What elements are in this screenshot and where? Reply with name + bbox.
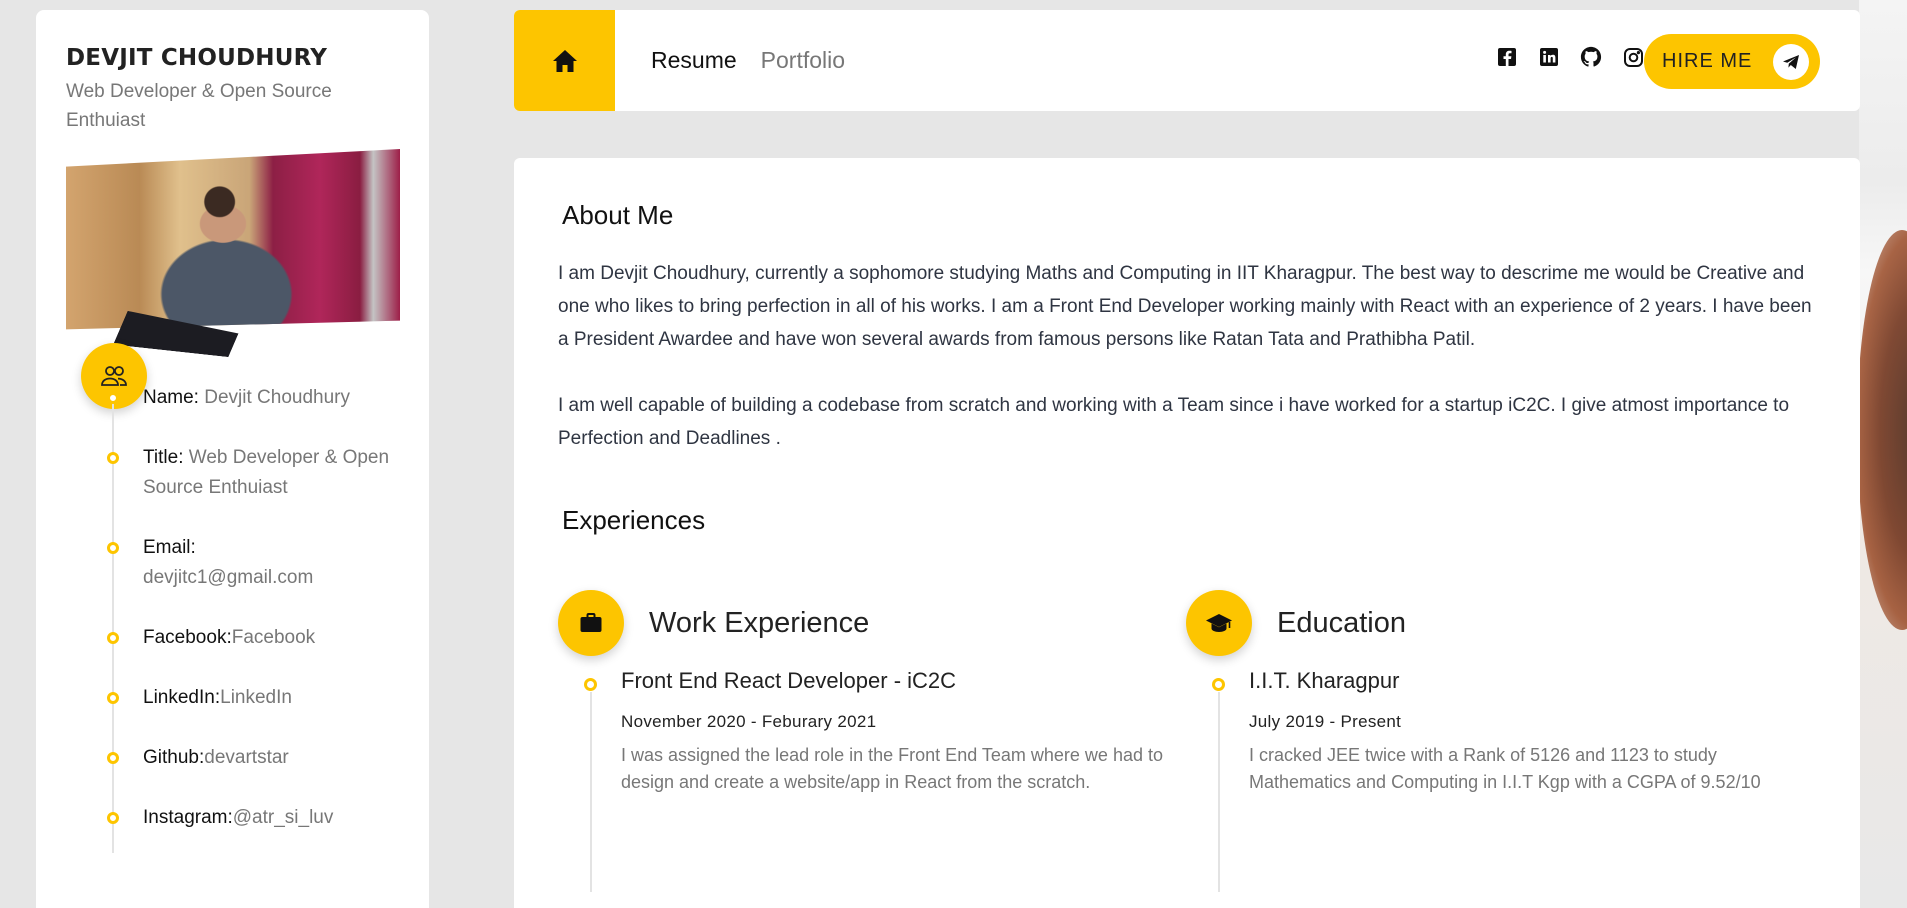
email-link[interactable]: devjitc1@gmail.com: [143, 567, 313, 588]
timeline-line: [1218, 692, 1220, 892]
info-key: Instagram:: [143, 807, 233, 828]
info-key: LinkedIn:: [143, 687, 221, 708]
timeline-dot: [107, 812, 119, 824]
info-key: Name:: [143, 387, 205, 408]
about-paragraph-1: I am Devjit Choudhury, currently a sopho…: [558, 263, 1812, 350]
profile-name: DEVJIT CHOUDHURY: [66, 45, 328, 71]
about-paragraph-2: I am well capable of building a codebase…: [558, 395, 1790, 449]
nav-link-portfolio[interactable]: Portfolio: [761, 47, 845, 74]
hire-me-button[interactable]: HIRE ME: [1644, 34, 1820, 89]
info-key: Email:: [143, 537, 196, 558]
linkedin-link[interactable]: LinkedIn: [220, 687, 292, 708]
timeline-dot: [1212, 678, 1225, 691]
education-title: Education: [1277, 606, 1406, 639]
school-date: July 2019 - Present: [1249, 712, 1402, 731]
profile-sidebar: DEVJIT CHOUDHURY Web Developer & Open So…: [36, 10, 429, 908]
job-title: Front End React Developer - iC2C: [621, 668, 957, 693]
timeline-dot: [584, 678, 597, 691]
timeline-dot: [107, 542, 119, 554]
education-timeline: I.I.T. Kharagpur July 2019 - Present I c…: [1186, 668, 1814, 892]
facebook-icon[interactable]: [1496, 46, 1518, 68]
info-item-facebook: Facebook:Facebook: [107, 623, 399, 653]
info-item-instagram: Instagram:@atr_si_luv: [107, 803, 399, 833]
home-button[interactable]: [514, 10, 615, 111]
nav-link-resume[interactable]: Resume: [651, 47, 737, 74]
school-title: I.I.T. Kharagpur: [1249, 668, 1400, 693]
info-key: Github:: [143, 747, 205, 768]
telegram-icon: [1773, 44, 1809, 80]
education-header: Education: [1186, 590, 1814, 656]
experiences-heading-text: Experiences: [562, 505, 706, 535]
experience-columns: Work Experience Front End React Develope…: [558, 590, 1816, 892]
briefcase-icon: [558, 590, 624, 656]
info-key: Facebook:: [143, 627, 232, 648]
info-item-email: Email: devjitc1@gmail.com: [107, 533, 399, 593]
work-experience-column: Work Experience Front End React Develope…: [558, 590, 1186, 892]
resume-content: About Me I am Devjit Choudhury, currentl…: [514, 158, 1860, 908]
info-value: Devjit Choudhury: [204, 387, 350, 408]
timeline-dot: [107, 452, 119, 464]
profile-info-list: Name: Devjit Choudhury Title: Web Develo…: [66, 383, 399, 853]
facebook-link[interactable]: Facebook: [232, 627, 315, 648]
work-timeline: Front End React Developer - iC2C Novembe…: [558, 668, 1186, 892]
info-item-github: Github:devartstar: [107, 743, 399, 773]
work-experience-header: Work Experience: [558, 590, 1186, 656]
experiences-section: Experiences Work Experience Front End Re: [558, 455, 1816, 892]
about-section: About Me I am Devjit Choudhury, currentl…: [558, 200, 1816, 455]
instagram-link[interactable]: @atr_si_luv: [233, 807, 334, 828]
timeline-dot: [107, 392, 119, 404]
education-column: Education I.I.T. Kharagpur July 2019 - P…: [1186, 590, 1814, 892]
experiences-heading: Experiences: [558, 505, 710, 536]
hire-me-label: HIRE ME: [1662, 50, 1753, 72]
github-icon[interactable]: [1580, 46, 1602, 68]
timeline-dot: [107, 752, 119, 764]
github-link[interactable]: devartstar: [204, 747, 288, 768]
timeline-dot: [107, 632, 119, 644]
timeline-line: [590, 692, 592, 892]
graduation-cap-icon: [1186, 590, 1252, 656]
info-item-title: Title: Web Developer & Open Source Enthu…: [107, 443, 399, 503]
background-decoration: [1857, 0, 1907, 908]
work-experience-title: Work Experience: [649, 606, 870, 639]
timeline-dot: [107, 692, 119, 704]
info-item-linkedin: LinkedIn:LinkedIn: [107, 683, 399, 713]
home-icon: [552, 49, 577, 72]
about-heading: About Me: [558, 200, 678, 231]
social-links: [1496, 46, 1644, 68]
profile-title: Web Developer & Open Source Enthuiast: [66, 81, 332, 131]
about-heading-text: About Me: [562, 200, 674, 230]
job-description: I was assigned the lead role in the Fron…: [621, 745, 1163, 792]
top-navbar: Resume Portfolio HIRE ME: [514, 10, 1860, 111]
info-item-name: Name: Devjit Choudhury: [107, 383, 399, 413]
job-date: November 2020 - Feburary 2021: [621, 712, 877, 731]
info-key: Title:: [143, 447, 189, 468]
linkedin-icon[interactable]: [1538, 46, 1560, 68]
profile-photo-container: [66, 149, 400, 409]
school-description: I cracked JEE twice with a Rank of 5126 …: [1249, 745, 1761, 792]
page-scrollbar[interactable]: [1897, 48, 1905, 908]
instagram-icon[interactable]: [1622, 46, 1644, 68]
